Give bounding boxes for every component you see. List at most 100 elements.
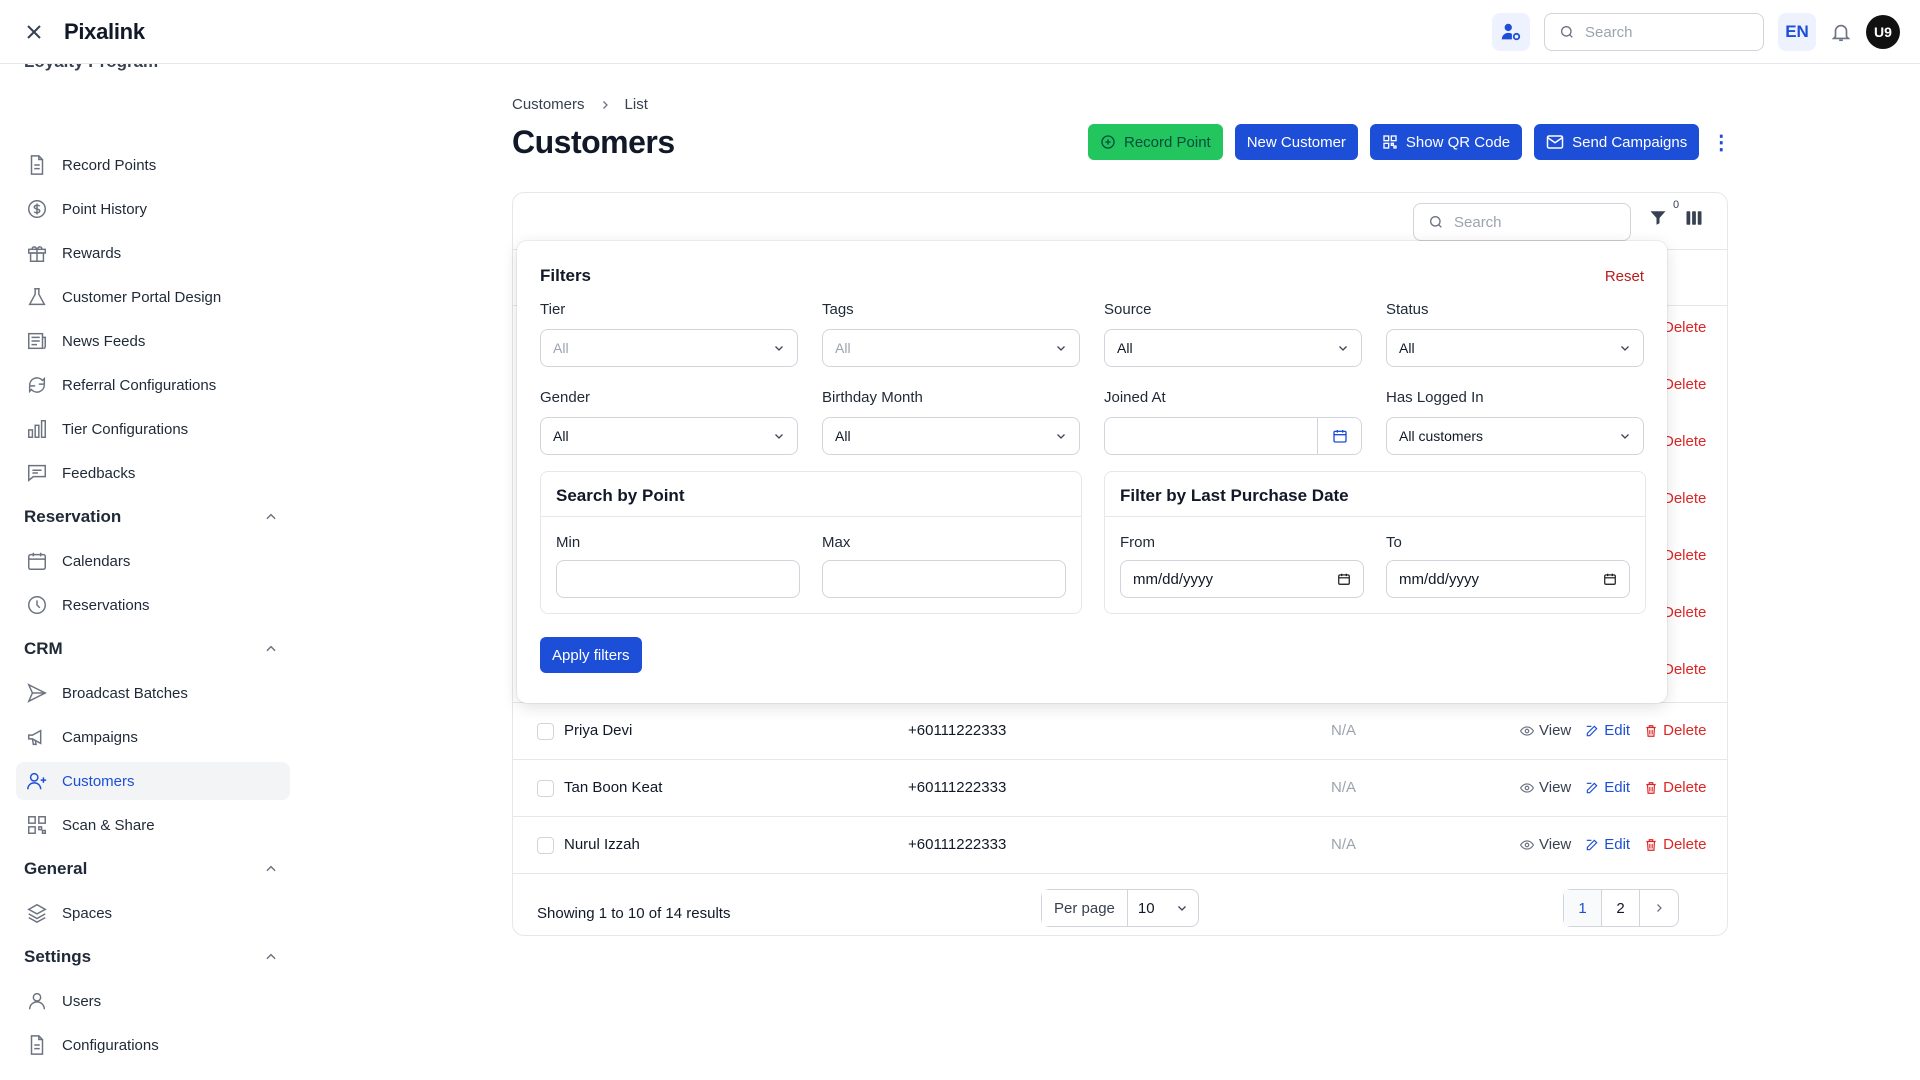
page-1-button[interactable]: 1: [1564, 890, 1602, 926]
trash-icon: [1646, 724, 1656, 737]
more-actions-icon[interactable]: ⋮: [1711, 124, 1731, 160]
sidebar-item-label: Customers: [62, 772, 135, 790]
bell-icon[interactable]: [1830, 21, 1852, 43]
user-gear-icon: [1501, 23, 1521, 41]
search-icon: [1430, 216, 1442, 228]
hidden-delete-link[interactable]: Delete: [1663, 661, 1706, 678]
row-checkbox[interactable]: [537, 723, 554, 740]
calendar-icon: [1604, 573, 1616, 585]
has-logged-in-label: Has Logged In: [1386, 389, 1484, 406]
sidebar-item-feedbacks[interactable]: Feedbacks: [16, 454, 290, 492]
view-button[interactable]: View: [1520, 779, 1571, 796]
filter-icon[interactable]: [1649, 209, 1667, 227]
sidebar-item-spaces[interactable]: Spaces: [16, 894, 290, 932]
sidebar-group-crm[interactable]: CRM: [16, 630, 290, 668]
sidebar-item-point-history[interactable]: Point History: [16, 190, 290, 228]
joined-at-input[interactable]: [1104, 417, 1362, 455]
sidebar-item-calendars[interactable]: Calendars: [16, 542, 290, 580]
plus-circle-icon: [1101, 135, 1115, 149]
row-checkbox[interactable]: [537, 780, 554, 797]
sidebar-group-reservation[interactable]: Reservation: [16, 498, 290, 536]
document-icon: [30, 155, 44, 175]
user-settings-button[interactable]: [1492, 13, 1530, 51]
chevron-down-icon: [1621, 434, 1629, 439]
hidden-delete-link[interactable]: Delete: [1663, 604, 1706, 621]
sidebar-item-configurations[interactable]: Configurations: [16, 1026, 290, 1064]
breadcrumb-customers[interactable]: Customers: [512, 96, 585, 113]
sidebar-item-tier-configurations[interactable]: Tier Configurations: [16, 410, 290, 448]
sidebar-item-record-points[interactable]: Record Points: [16, 146, 290, 184]
edit-button[interactable]: Edit: [1585, 779, 1630, 796]
sidebar-item-broadcast-batches[interactable]: Broadcast Batches: [16, 674, 290, 712]
from-date-input[interactable]: mm/dd/yyyy: [1120, 560, 1364, 598]
sidebar-item-tags[interactable]: Tags: [16, 1070, 290, 1080]
tier-select[interactable]: All: [540, 329, 798, 367]
status-select[interactable]: All: [1386, 329, 1644, 367]
view-label: View: [1539, 779, 1572, 796]
delete-button[interactable]: Delete: [1644, 722, 1706, 739]
show-qr-button[interactable]: Show QR Code: [1369, 124, 1523, 160]
table-search-input[interactable]: Search: [1413, 203, 1631, 241]
tags-value: All: [835, 340, 851, 356]
sidebar-group-label: Settings: [24, 947, 92, 966]
language-switch[interactable]: EN: [1778, 13, 1816, 51]
send-campaigns-button[interactable]: Send Campaigns: [1534, 124, 1700, 160]
eye-icon: [1520, 725, 1534, 736]
hidden-delete-link[interactable]: Delete: [1663, 547, 1706, 564]
sidebar-item-label: News Feeds: [62, 332, 146, 350]
delete-button[interactable]: Delete: [1644, 779, 1706, 796]
next-page-button[interactable]: [1640, 890, 1678, 926]
gender-select[interactable]: All: [540, 417, 798, 455]
chevron-down-icon: [1177, 906, 1186, 911]
reset-filters-button[interactable]: Reset: [1605, 268, 1644, 285]
to-label: To: [1386, 534, 1402, 551]
edit-button[interactable]: Edit: [1585, 722, 1630, 739]
view-button[interactable]: View: [1520, 722, 1571, 739]
apply-filters-button[interactable]: Apply filters: [540, 637, 642, 673]
sidebar-list: Record Points Point History Rewards Custome…: [16, 146, 290, 1080]
sidebar-item-rewards[interactable]: Rewards: [16, 234, 290, 272]
dollar-icon: [28, 200, 46, 218]
view-button[interactable]: View: [1520, 836, 1571, 853]
columns-icon[interactable]: [1685, 209, 1703, 227]
breadcrumb-list: List: [624, 96, 648, 113]
row-checkbox[interactable]: [537, 837, 554, 854]
birthday-month-select[interactable]: All: [822, 417, 1080, 455]
status-label: Status: [1386, 301, 1429, 318]
hidden-delete-link[interactable]: Delete: [1663, 433, 1706, 450]
delete-button[interactable]: Delete: [1644, 836, 1706, 853]
close-icon[interactable]: [22, 20, 46, 44]
sidebar-item-customers[interactable]: Customers: [16, 762, 290, 800]
min-points-input[interactable]: [556, 560, 800, 598]
sidebar-item-campaigns[interactable]: Campaigns: [16, 718, 290, 756]
sidebar-item-reservations[interactable]: Reservations: [16, 586, 290, 624]
calendar-picker-button[interactable]: [1317, 418, 1361, 454]
hidden-delete-link[interactable]: Delete: [1663, 319, 1706, 336]
sidebar-item-news-feeds[interactable]: News Feeds: [16, 322, 290, 360]
sidebar-group-settings[interactable]: Settings: [16, 938, 290, 976]
edit-button[interactable]: Edit: [1585, 836, 1630, 853]
sidebar-item-scan-share[interactable]: Scan & Share: [16, 806, 290, 844]
page-2-button[interactable]: 2: [1602, 890, 1640, 926]
source-select[interactable]: All: [1104, 329, 1362, 367]
edit-icon: [1587, 725, 1598, 736]
sidebar-item-customer-portal-design[interactable]: Customer Portal Design: [16, 278, 290, 316]
sidebar-group-general[interactable]: General: [16, 850, 290, 888]
sidebar-item-referral-configurations[interactable]: Referral Configurations: [16, 366, 290, 404]
tags-select[interactable]: All: [822, 329, 1080, 367]
max-points-input[interactable]: [822, 560, 1066, 598]
avatar[interactable]: U9: [1866, 15, 1900, 49]
to-date-input[interactable]: mm/dd/yyyy: [1386, 560, 1630, 598]
refresh-icon: [28, 376, 46, 394]
search-icon: [1561, 26, 1573, 38]
sidebar-item-users[interactable]: Users: [16, 982, 290, 1020]
global-search-input[interactable]: Search: [1544, 13, 1764, 51]
new-customer-button[interactable]: New Customer: [1234, 124, 1358, 160]
hidden-delete-link[interactable]: Delete: [1663, 376, 1706, 393]
per-page-select[interactable]: Per page 10: [1041, 889, 1199, 927]
has-logged-in-select[interactable]: All customers: [1386, 417, 1644, 455]
gift-icon: [28, 246, 46, 262]
sidebar-item-label: Campaigns: [62, 728, 138, 746]
record-point-button[interactable]: Record Point: [1088, 124, 1223, 160]
hidden-delete-link[interactable]: Delete: [1663, 490, 1706, 507]
